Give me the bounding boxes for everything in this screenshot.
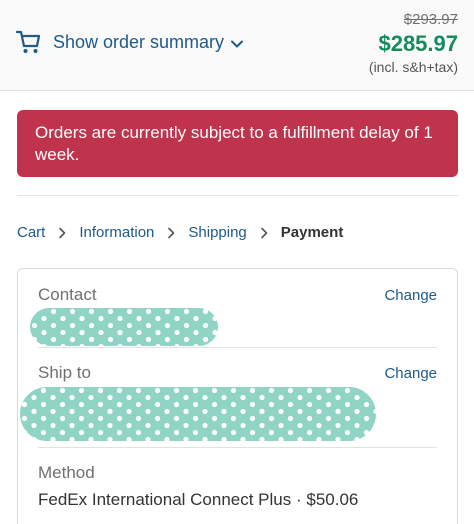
review-card: Contact Change Ship to Change Method Fed… [17,268,458,524]
breadcrumb-cart[interactable]: Cart [17,224,45,241]
total-price: $285.97 [378,31,458,56]
chevron-right-icon [166,226,176,239]
change-contact-link[interactable]: Change [384,287,437,304]
breadcrumb: Cart Information Shipping Payment [17,222,343,242]
ship-to-label: Ship to [38,363,91,382]
show-order-summary-toggle[interactable]: Show order summary [15,24,244,60]
show-order-summary-label: Show order summary [53,31,225,52]
contact-row: Contact Change [30,285,437,355]
row-divider [38,447,437,448]
shipping-method-value: FedEx International Connect Plus · $50.0… [38,490,359,509]
original-price: $293.97 [403,11,458,28]
chevron-right-icon [259,226,269,239]
method-row: Method FedEx International Connect Plus … [38,463,437,523]
section-divider [17,195,458,196]
change-ship-to-link[interactable]: Change [384,365,437,382]
order-summary-bar: Show order summary $293.97 $285.97 (incl… [0,0,474,91]
ship-to-row: Ship to Change [20,363,437,453]
chevron-right-icon [57,226,67,239]
contact-redaction [30,308,218,346]
contact-label: Contact [38,285,97,304]
cart-icon [15,29,42,55]
ship-to-redaction [20,387,376,441]
breadcrumb-shipping[interactable]: Shipping [188,224,246,241]
fulfillment-delay-alert: Orders are currently subject to a fulfil… [17,110,458,177]
breadcrumb-payment: Payment [280,223,344,241]
method-label: Method [38,463,95,482]
row-divider [38,347,437,348]
price-note: (incl. s&h+tax) [368,59,458,75]
chevron-down-icon [230,37,244,51]
breadcrumb-information[interactable]: Information [79,224,154,241]
price-block: $293.97 $285.97 (incl. s&h+tax) [369,10,458,76]
